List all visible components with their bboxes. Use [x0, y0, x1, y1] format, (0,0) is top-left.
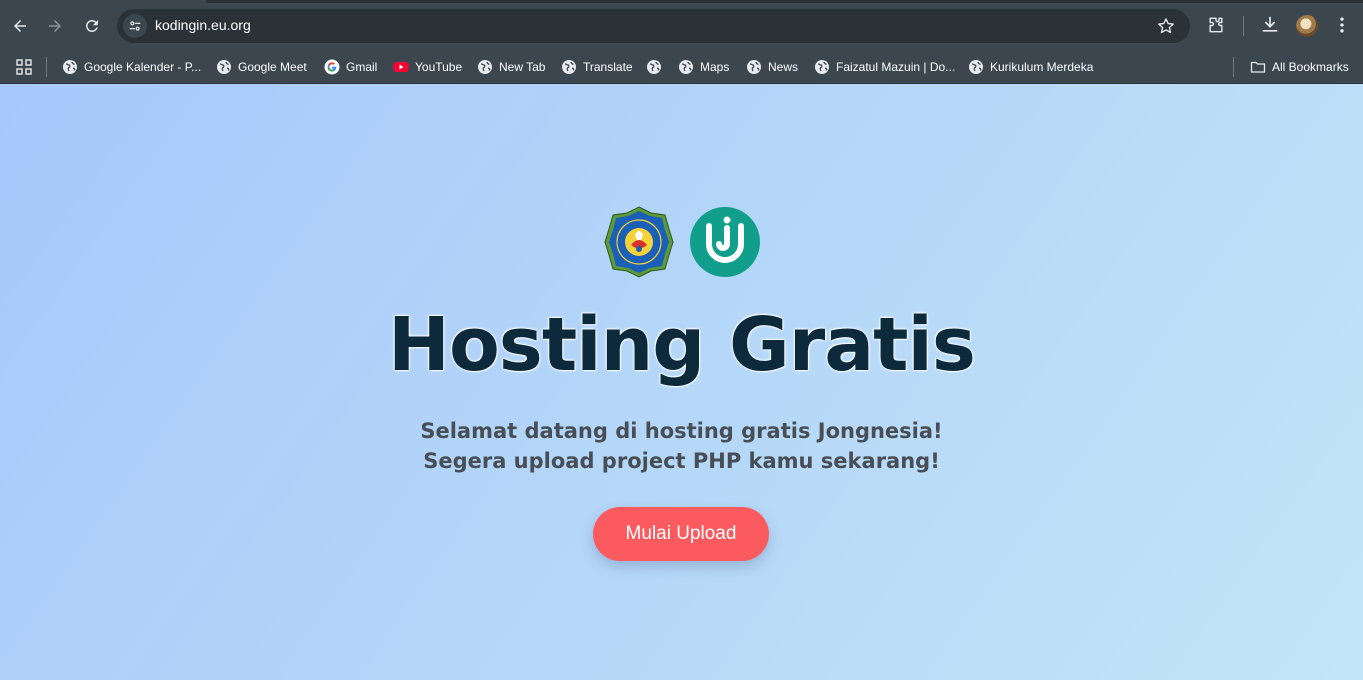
globe-icon: [62, 59, 78, 75]
bookmark-kurikulum[interactable]: Kurikulum Merdeka: [968, 57, 1093, 77]
subtitle-line-2: Segera upload project PHP kamu sekarang!: [423, 449, 940, 473]
download-icon: [1262, 16, 1278, 32]
bookmark-new-tab[interactable]: New Tab: [477, 57, 545, 77]
bookmark-label: News: [768, 60, 799, 74]
globe-icon: [968, 59, 984, 75]
arrow-left-icon: [14, 20, 26, 32]
bookmark-label: Google Meet: [238, 60, 307, 74]
folder-icon: [1250, 59, 1266, 75]
university-seal-icon: [603, 206, 674, 278]
all-bookmarks-label: All Bookmarks: [1272, 60, 1349, 74]
globe-icon: [561, 59, 577, 75]
reload-icon: [85, 19, 98, 32]
start-upload-button[interactable]: Mulai Upload: [593, 507, 769, 561]
globe-icon: [216, 59, 232, 75]
bookmark-label: Maps: [700, 60, 730, 74]
tune-icon: [129, 21, 141, 31]
bookmark-untitled[interactable]: [646, 57, 668, 77]
bookmark-translate[interactable]: Translate: [561, 57, 633, 77]
bookmark-label: YouTube: [415, 60, 463, 74]
arrow-right-icon: [49, 20, 61, 32]
more-vert-icon: [1340, 17, 1344, 33]
bookmark-google-kalender[interactable]: Google Kalender - P...: [62, 57, 201, 77]
extensions-button[interactable]: [1205, 14, 1227, 36]
chrome-menu-button[interactable]: [1331, 14, 1353, 36]
bookmarks-bar: Google Kalender - P... Google Meet Gmail…: [0, 52, 1363, 84]
apps-grid-icon: [16, 59, 32, 75]
jongnesia-j-logo-icon: [689, 207, 760, 277]
subtitle-line-1: Selamat datang di hosting gratis Jongnes…: [420, 419, 943, 443]
back-button[interactable]: [6, 12, 34, 40]
bookmarks-separator: [46, 57, 47, 77]
reload-button[interactable]: [78, 12, 106, 40]
address-bar[interactable]: kodingin.eu.org: [117, 9, 1190, 43]
page-subtitle: Selamat datang di hosting gratis Jongnes…: [0, 416, 1363, 476]
site-info-button[interactable]: [123, 14, 147, 38]
bookmark-youtube[interactable]: YouTube: [393, 57, 462, 77]
bookmark-news[interactable]: News: [746, 57, 798, 77]
bookmark-label: Gmail: [346, 60, 378, 74]
bookmark-label: Faizatul Mazuin | Do...: [836, 60, 956, 74]
globe-icon: [646, 59, 662, 75]
google-icon: [324, 59, 340, 75]
toolbar-separator: [1243, 16, 1244, 36]
profile-avatar[interactable]: [1296, 15, 1318, 37]
bookmark-star-icon[interactable]: [1156, 16, 1176, 36]
puzzle-icon: [1209, 17, 1223, 33]
page-content: Hosting Gratis Selamat datang di hosting…: [0, 84, 1363, 680]
logo-row: [0, 205, 1363, 279]
bookmark-gmail[interactable]: Gmail: [324, 57, 377, 77]
bookmark-faizatul[interactable]: Faizatul Mazuin | Do...: [814, 57, 955, 77]
browser-toolbar: kodingin.eu.org: [0, 0, 1363, 52]
page-title: Hosting Gratis: [388, 302, 976, 388]
bookmark-label: Translate: [583, 60, 633, 74]
bookmarks-separator: [1233, 57, 1234, 77]
globe-icon: [746, 59, 762, 75]
bookmark-maps[interactable]: Maps: [678, 57, 729, 77]
forward-button[interactable]: [41, 12, 69, 40]
downloads-button[interactable]: [1259, 14, 1281, 36]
youtube-icon: [393, 59, 409, 75]
apps-button[interactable]: [16, 57, 32, 77]
globe-icon: [678, 59, 694, 75]
bookmark-label: Google Kalender - P...: [84, 60, 202, 74]
all-bookmarks-button[interactable]: All Bookmarks: [1250, 57, 1349, 77]
bookmark-label: Kurikulum Merdeka: [990, 60, 1094, 74]
bookmark-label: New Tab: [499, 60, 546, 74]
globe-icon: [814, 59, 830, 75]
bookmark-google-meet[interactable]: Google Meet: [216, 57, 307, 77]
globe-icon: [477, 59, 493, 75]
url-text[interactable]: kodingin.eu.org: [155, 17, 251, 33]
tab-strip-edge: [206, 0, 1363, 3]
